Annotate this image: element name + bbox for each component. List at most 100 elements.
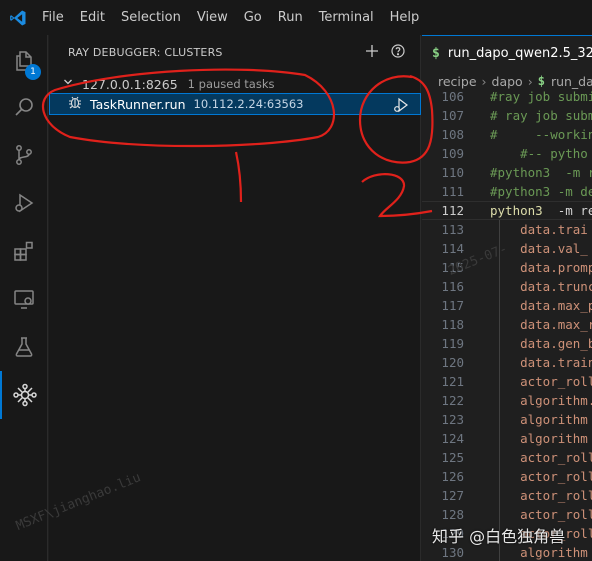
code-text: data.trunc	[490, 279, 592, 294]
code-line: 110 #python3 -m r	[422, 163, 592, 182]
chevron-down-icon[interactable]	[62, 76, 74, 92]
code-text: actor_roll	[490, 488, 592, 503]
line-number: 106	[441, 89, 464, 104]
code-text: python3 -m re	[490, 203, 592, 218]
line-number: 123	[441, 412, 464, 427]
line-number: 111	[441, 184, 464, 199]
line-number: 122	[441, 393, 464, 408]
line-number: 112	[441, 203, 464, 218]
code-line: 119 data.gen_b	[422, 334, 592, 353]
code-text: #python3 -m r	[490, 165, 592, 180]
menu-go[interactable]: Go	[236, 0, 270, 35]
line-number: 128	[441, 507, 464, 522]
explorer-icon[interactable]: 1	[0, 37, 48, 85]
code-text: data.max_r	[490, 317, 592, 332]
line-number: 117	[441, 298, 464, 313]
code-line: 123 algorithm	[422, 410, 592, 429]
menu-help[interactable]: Help	[382, 0, 428, 35]
zhihu-watermark: 知乎 @白色独角兽	[432, 527, 566, 546]
line-number: 108	[441, 127, 464, 142]
code-line: 116 data.trunc	[422, 277, 592, 296]
line-number: 119	[441, 336, 464, 351]
menu-edit[interactable]: Edit	[72, 0, 113, 35]
cluster-item[interactable]: 127.0.0.1:8265 1 paused tasks	[49, 73, 420, 95]
paused-task-item[interactable]: TaskRunner.run 10.112.2.24:63563	[49, 93, 421, 115]
line-number: 127	[441, 488, 464, 503]
code-text: data.gen_b	[490, 336, 592, 351]
indent-guide	[499, 220, 500, 561]
code-line: 113 data.trai	[422, 220, 592, 239]
code-text: data.max_p	[490, 298, 592, 313]
line-number: 125	[441, 450, 464, 465]
line-number: 124	[441, 431, 464, 446]
code-text: # ray job subm	[490, 108, 592, 123]
menu-terminal[interactable]: Terminal	[311, 0, 382, 35]
shell-file-icon: $	[432, 45, 440, 61]
code-line: 112 python3 -m re	[422, 201, 592, 220]
code-line: 117 data.max_p	[422, 296, 592, 315]
code-line: 120 data.train	[422, 353, 592, 372]
code-text: #ray job submi	[490, 89, 592, 104]
ray-debugger-icon[interactable]	[0, 371, 48, 419]
code-text: actor_roll	[490, 374, 592, 389]
code-line: 127 actor_roll	[422, 486, 592, 505]
code-text: actor_roll	[490, 469, 592, 484]
code-line: 106 #ray job submi	[422, 87, 592, 106]
line-number: 109	[441, 146, 464, 161]
tab-bar: $ run_dapo_qwen2.5_32b_	[422, 35, 592, 70]
code-line: 126 actor_roll	[422, 467, 592, 486]
code-text: data.promp	[490, 260, 592, 275]
line-number: 126	[441, 469, 464, 484]
code-line: 111 #python3 -m de	[422, 182, 592, 201]
help-icon[interactable]	[390, 43, 406, 63]
tab-run-dapo-script[interactable]: $ run_dapo_qwen2.5_32b_	[422, 35, 592, 70]
testing-icon[interactable]	[0, 323, 48, 371]
add-cluster-icon[interactable]	[364, 43, 380, 63]
sidebar-actions	[364, 43, 406, 63]
sidebar-title: RAY DEBUGGER: CLUSTERS	[68, 46, 223, 59]
line-number: 110	[441, 165, 464, 180]
search-icon[interactable]	[0, 83, 48, 131]
activity-bar: 1	[0, 35, 48, 561]
code-text: algorithm	[490, 412, 588, 427]
menu-view[interactable]: View	[189, 0, 236, 35]
title-bar: File Edit Selection View Go Run Terminal…	[0, 0, 592, 35]
bug-icon	[67, 94, 83, 114]
editor-area: $ run_dapo_qwen2.5_32b_ recipe › dapo › …	[422, 35, 592, 561]
code-text: #-- pytho	[490, 146, 588, 161]
code-text: # --workin	[490, 127, 592, 142]
code-line: 122 algorithm.	[422, 391, 592, 410]
vscode-logo-icon	[0, 0, 35, 35]
line-number: 120	[441, 355, 464, 370]
code-text: data.trai	[490, 222, 588, 237]
cluster-host: 127.0.0.1:8265	[82, 76, 178, 92]
menu-run[interactable]: Run	[270, 0, 311, 35]
code-line: 121 actor_roll	[422, 372, 592, 391]
code-line: 107 # ray job subm	[422, 106, 592, 125]
code-text: data.train	[490, 355, 592, 370]
line-number: 114	[441, 241, 464, 256]
code-text: #python3 -m de	[490, 184, 592, 199]
run-debug-icon[interactable]	[0, 179, 48, 227]
line-number: 107	[441, 108, 464, 123]
code-text: algorithm	[490, 431, 588, 446]
shell-file-icon: $	[537, 74, 545, 88]
attach-debugger-icon[interactable]	[392, 96, 410, 118]
task-name: TaskRunner.run	[90, 96, 186, 112]
source-control-icon[interactable]	[0, 131, 48, 179]
extensions-icon[interactable]	[0, 227, 48, 275]
menu-bar: File Edit Selection View Go Run Terminal…	[35, 0, 427, 35]
code-line: 118 data.max_r	[422, 315, 592, 334]
menu-selection[interactable]: Selection	[113, 0, 189, 35]
code-line: 109 #-- pytho	[422, 144, 592, 163]
code-text: algorithm.	[490, 393, 592, 408]
menu-file[interactable]: File	[35, 0, 72, 35]
tab-label: run_dapo_qwen2.5_32b_	[447, 45, 592, 61]
cluster-status: 1 paused tasks	[187, 77, 275, 91]
line-number: 116	[441, 279, 464, 294]
remote-explorer-icon[interactable]	[0, 275, 48, 323]
task-address: 10.112.2.24:63563	[193, 97, 304, 111]
code-text: actor_roll	[490, 507, 592, 522]
code-line: 124 algorithm	[422, 429, 592, 448]
line-number: 113	[441, 222, 464, 237]
